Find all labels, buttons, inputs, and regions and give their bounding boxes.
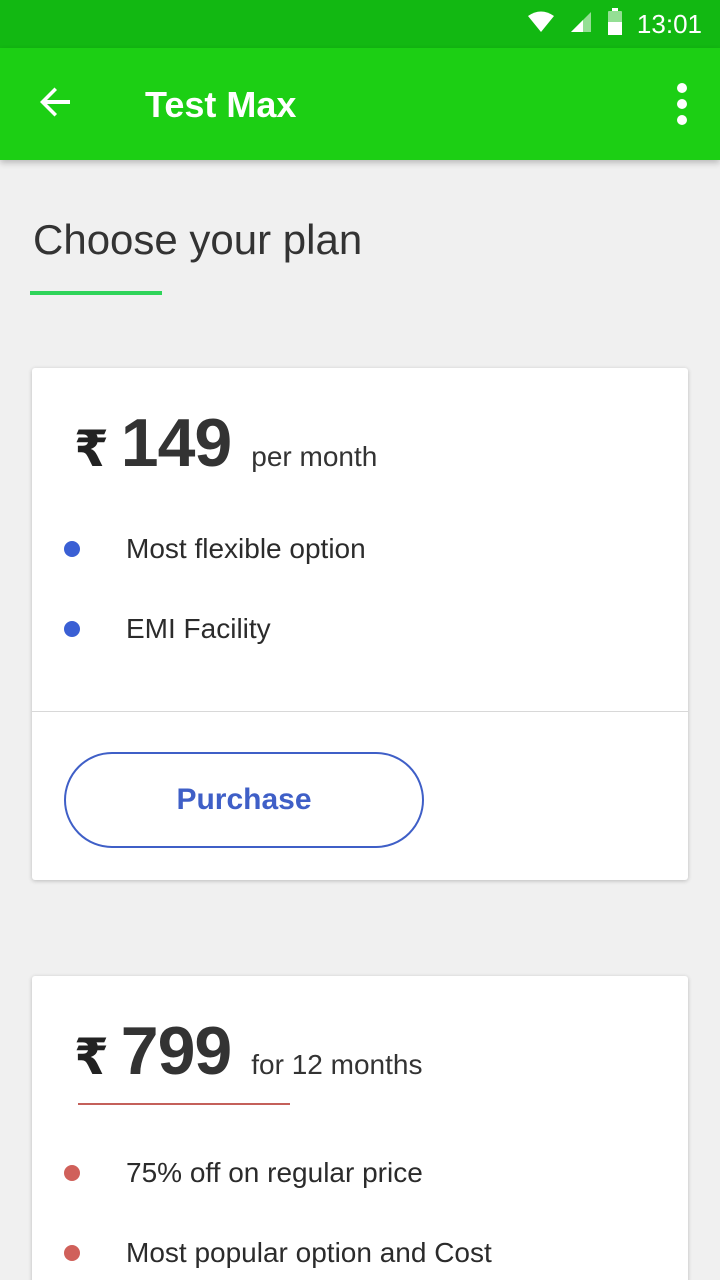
bullet-icon	[64, 541, 80, 557]
app-title: Test Max	[145, 84, 297, 125]
feature-text: EMI Facility	[126, 613, 271, 644]
status-icons: 13:01	[527, 0, 702, 48]
card-divider	[32, 711, 688, 712]
battery-icon	[607, 7, 623, 41]
currency-symbol: ₹	[74, 420, 109, 478]
more-vert-icon-dot	[677, 99, 687, 109]
plan-price: 799	[120, 1013, 232, 1089]
plan-period: per month	[251, 441, 378, 472]
arrow-left-icon	[38, 84, 74, 125]
plan-price: 149	[120, 405, 232, 481]
plan-card-yearly: ₹ 799 for 12 months 75% off on regular p…	[32, 976, 688, 1280]
feature-text: Most popular option and Cost	[126, 1237, 492, 1268]
heading-underline	[30, 291, 162, 295]
app-bar: Test Max	[0, 48, 720, 160]
plan-card-monthly: ₹ 149 per month Most flexible option EMI…	[32, 368, 688, 880]
bullet-icon	[64, 1245, 80, 1261]
page-heading: Choose your plan	[33, 216, 363, 263]
currency-symbol: ₹	[74, 1028, 109, 1086]
purchase-button[interactable]: Purchase	[64, 752, 424, 848]
feature-text: 75% off on regular price	[126, 1157, 423, 1188]
plan-period: for 12 months	[251, 1049, 423, 1080]
feature-item: 75% off on regular price	[32, 1157, 423, 1189]
bullet-icon	[64, 621, 80, 637]
signal-icon	[569, 10, 593, 39]
overflow-menu-button[interactable]	[662, 74, 702, 134]
feature-item: Most popular option and Cost	[32, 1237, 492, 1269]
feature-item: Most flexible option	[32, 533, 366, 565]
feature-item: EMI Facility	[32, 613, 271, 645]
status-bar: 13:01	[0, 0, 720, 48]
status-time: 13:01	[636, 8, 702, 39]
price-underline	[78, 1103, 290, 1105]
feature-text: Most flexible option	[126, 533, 366, 564]
more-vert-icon-dot	[677, 115, 687, 125]
price-row: ₹ 149 per month	[74, 404, 377, 482]
wifi-icon	[527, 10, 555, 39]
price-row: ₹ 799 for 12 months	[74, 1012, 422, 1090]
more-vert-icon-dot	[677, 83, 687, 93]
back-button[interactable]	[26, 74, 86, 134]
bullet-icon	[64, 1165, 80, 1181]
